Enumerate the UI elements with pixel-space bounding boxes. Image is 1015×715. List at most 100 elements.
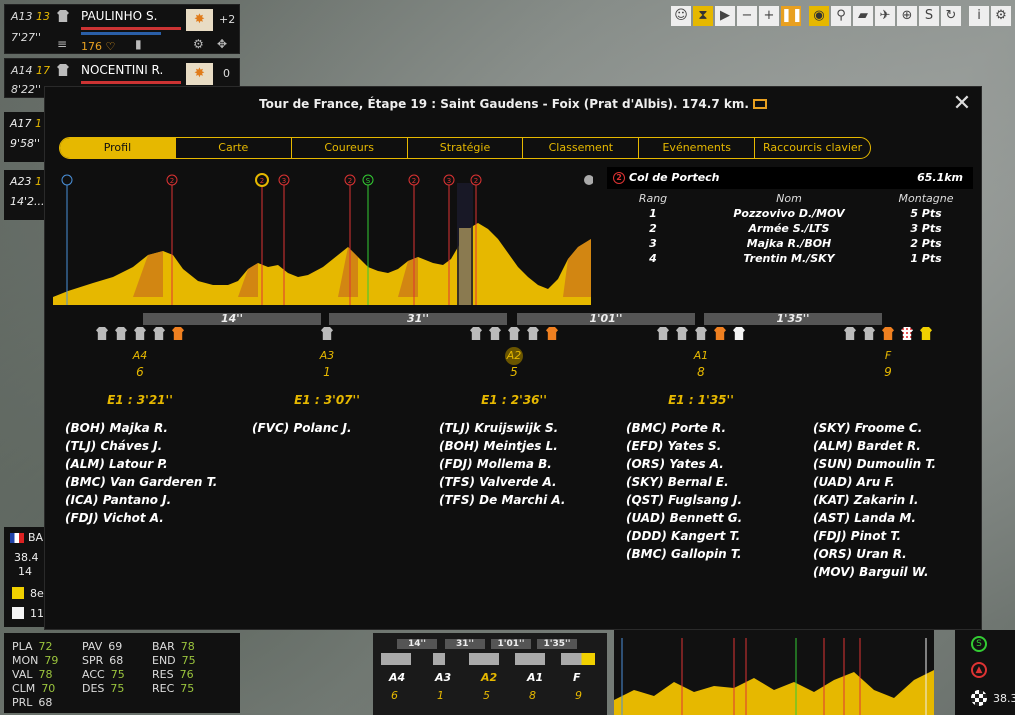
rider-entry[interactable]: (SUN) Dumoulin T. (813, 455, 981, 473)
table-row: 3 Majka R./BOH 2 Pts (607, 236, 973, 251)
rider-entry[interactable]: (BOH) Majka R. (65, 419, 233, 437)
header-montagne: Montagne (898, 192, 954, 205)
menu-icon[interactable]: ≡ (57, 37, 67, 51)
bonus-value: 0 (223, 67, 230, 80)
stage-profile[interactable]: 2 2 3 2 S 2 3 2 (53, 173, 593, 305)
settings-icon[interactable]: ⚙ (991, 6, 1011, 26)
rider-entry[interactable]: (BMC) Gallopin T. (626, 545, 794, 563)
cell-rank: 4 (649, 252, 657, 265)
rider-entry[interactable]: (TLJ) Kruijswijk S. (439, 419, 607, 437)
rider-entry[interactable]: (UAD) Aru F. (813, 473, 981, 491)
rider-entry[interactable]: (FDJ) Pinot T. (813, 527, 981, 545)
rider-card-paulinho[interactable]: A13 13 7'27'' PAULINHO S. ✸ +2 176 ♡ ≡ ▮… (4, 4, 240, 54)
group-a2[interactable]: A2 5 E1 : 2'36'' (TLJ) Kruijswijk S. (BO… (421, 327, 607, 509)
s-icon[interactable]: S (919, 6, 939, 26)
rider-entry[interactable]: (ICA) Pantano J. (65, 491, 233, 509)
sprint-icon[interactable]: S (971, 636, 987, 652)
rider-entry[interactable]: (TFS) Valverde A. (439, 473, 607, 491)
group-f[interactable]: F 9 (SKY) Froome C. (ALM) Bardet R. (SUN… (795, 327, 981, 581)
rider-entry[interactable]: (TFS) De Marchi A. (439, 491, 607, 509)
cell-name: Armée S./LTS (748, 222, 830, 235)
attack-icon[interactable]: ✸ (186, 63, 213, 85)
rider-entry[interactable]: (BMC) Porte R. (626, 419, 794, 437)
tv-icon[interactable] (752, 99, 767, 109)
mini-gap: 14'' (397, 639, 437, 649)
rider-entry[interactable]: (FVC) Polanc J. (252, 419, 420, 437)
mini-count: 8 (529, 689, 536, 702)
climb-cat-label: 3 (282, 177, 286, 185)
rider-entry[interactable]: (UAD) Bennett G. (626, 509, 794, 527)
tab-coureurs[interactable]: Coureurs (292, 138, 408, 158)
rider-card-a23[interactable]: A23 1 14'2... (4, 170, 45, 220)
rider-id: A14 (11, 64, 33, 77)
tab-classement[interactable]: Classement (523, 138, 640, 158)
group-a3[interactable]: A3 1 E1 : 3'07'' (FVC) Polanc J. (234, 327, 420, 437)
rider-entry[interactable]: (SKY) Bernal E. (626, 473, 794, 491)
rider-entry[interactable]: (EFD) Yates S. (626, 437, 794, 455)
rider-entry[interactable]: (FDJ) Vichot A. (65, 509, 233, 527)
mini-profile[interactable] (614, 630, 934, 715)
finish-icon[interactable] (584, 175, 593, 185)
tab-strategie[interactable]: Stratégie (408, 138, 524, 158)
close-button[interactable]: ✕ (951, 93, 973, 115)
bottle-icon[interactable]: ▮ (135, 37, 142, 51)
rider-entry[interactable]: (ORS) Yates A. (626, 455, 794, 473)
rider-entry[interactable]: (MOV) Barguil W. (813, 563, 981, 581)
mini-label: A2 (481, 671, 498, 684)
rider-entry[interactable]: (TLJ) Cháves J. (65, 437, 233, 455)
finish-flag-icon[interactable] (971, 690, 987, 706)
group-riders: (SKY) Froome C. (ALM) Bardet R. (SUN) Du… (795, 419, 981, 581)
stat-value: 69 (108, 640, 123, 653)
rider-entry[interactable]: (SKY) Froome C. (813, 419, 981, 437)
pause-icon[interactable]: ❚❚ (781, 6, 803, 26)
group-label: A2 (421, 347, 607, 365)
hourglass-icon[interactable]: ⧗ (693, 6, 713, 26)
stat-value: 79 (44, 654, 59, 667)
mini-label: F (573, 671, 581, 684)
cell-points: 3 Pts (910, 222, 942, 235)
table-row: 4 Trentin M./SKY 1 Pts (607, 251, 973, 266)
stat-key: DES (82, 682, 105, 695)
rider-entry[interactable]: (AST) Landa M. (813, 509, 981, 527)
info-icon[interactable]: i (969, 6, 989, 26)
minus-icon[interactable]: − (737, 6, 757, 26)
plus-icon[interactable]: + (759, 6, 779, 26)
refresh-icon[interactable]: ↻ (941, 6, 961, 26)
rider-card-a17[interactable]: A17 1 9'58'' (4, 112, 44, 162)
play-icon[interactable]: ▶ (715, 6, 735, 26)
attack-icon[interactable]: ✸ (186, 9, 213, 31)
truck-icon[interactable]: ▰ (853, 6, 873, 26)
gear-icon[interactable]: ⚙ (193, 37, 204, 51)
person-icon[interactable]: ☺ (671, 6, 691, 26)
group-a4[interactable]: A4 6 E1 : 3'21'' (BOH) Majka R. (TLJ) Ch… (47, 327, 233, 527)
rider-id: A17 (10, 117, 32, 130)
rider-entry[interactable]: (BMC) Van Garderen T. (65, 473, 233, 491)
motorbike-icon[interactable]: ⚲ (831, 6, 851, 26)
group-riders: (BMC) Porte R. (EFD) Yates S. (ORS) Yate… (608, 419, 794, 563)
rider-entry[interactable]: (BOH) Meintjes L. (439, 437, 607, 455)
mountain-icon[interactable]: ▲ (971, 662, 987, 678)
rider-time: 7'27'' (11, 31, 42, 44)
tab-profil[interactable]: Profil (60, 138, 176, 158)
eye-icon[interactable]: ◉ (809, 6, 829, 26)
rider-entry[interactable]: (KAT) Zakarin I. (813, 491, 981, 509)
cell-name: Pozzovivo D./MOV (733, 207, 845, 220)
team-flag-card[interactable]: BA 38.4 14 8e 11 (4, 527, 46, 627)
tab-evenements[interactable]: Evénements (639, 138, 756, 158)
riders-block (459, 228, 471, 305)
rider-entry[interactable]: (FDJ) Mollema B. (439, 455, 607, 473)
tab-raccourcis[interactable]: Raccourcis clavier (755, 138, 870, 158)
rider-entry[interactable]: (ALM) Latour P. (65, 455, 233, 473)
tab-carte[interactable]: Carte (176, 138, 292, 158)
target-icon[interactable]: ⊕ (897, 6, 917, 26)
start-icon[interactable] (61, 174, 73, 186)
rider-entry[interactable]: (DDD) Kangert T. (626, 527, 794, 545)
group-gap: E1 : 3'21'' (107, 393, 173, 407)
mini-groups-panel[interactable]: 14'' 31'' 1'01'' 1'35'' A4 A3 A2 A1 F 6 … (373, 633, 607, 715)
rider-entry[interactable]: (ORS) Uran R. (813, 545, 981, 563)
rider-entry[interactable]: (QST) Fuglsang J. (626, 491, 794, 509)
rider-entry[interactable]: (ALM) Bardet R. (813, 437, 981, 455)
split-icon[interactable]: ✥ (217, 37, 227, 51)
helicopter-icon[interactable]: ✈ (875, 6, 895, 26)
group-a1[interactable]: A1 8 E1 : 1'35'' (BMC) Porte R. (EFD) Ya… (608, 327, 794, 563)
